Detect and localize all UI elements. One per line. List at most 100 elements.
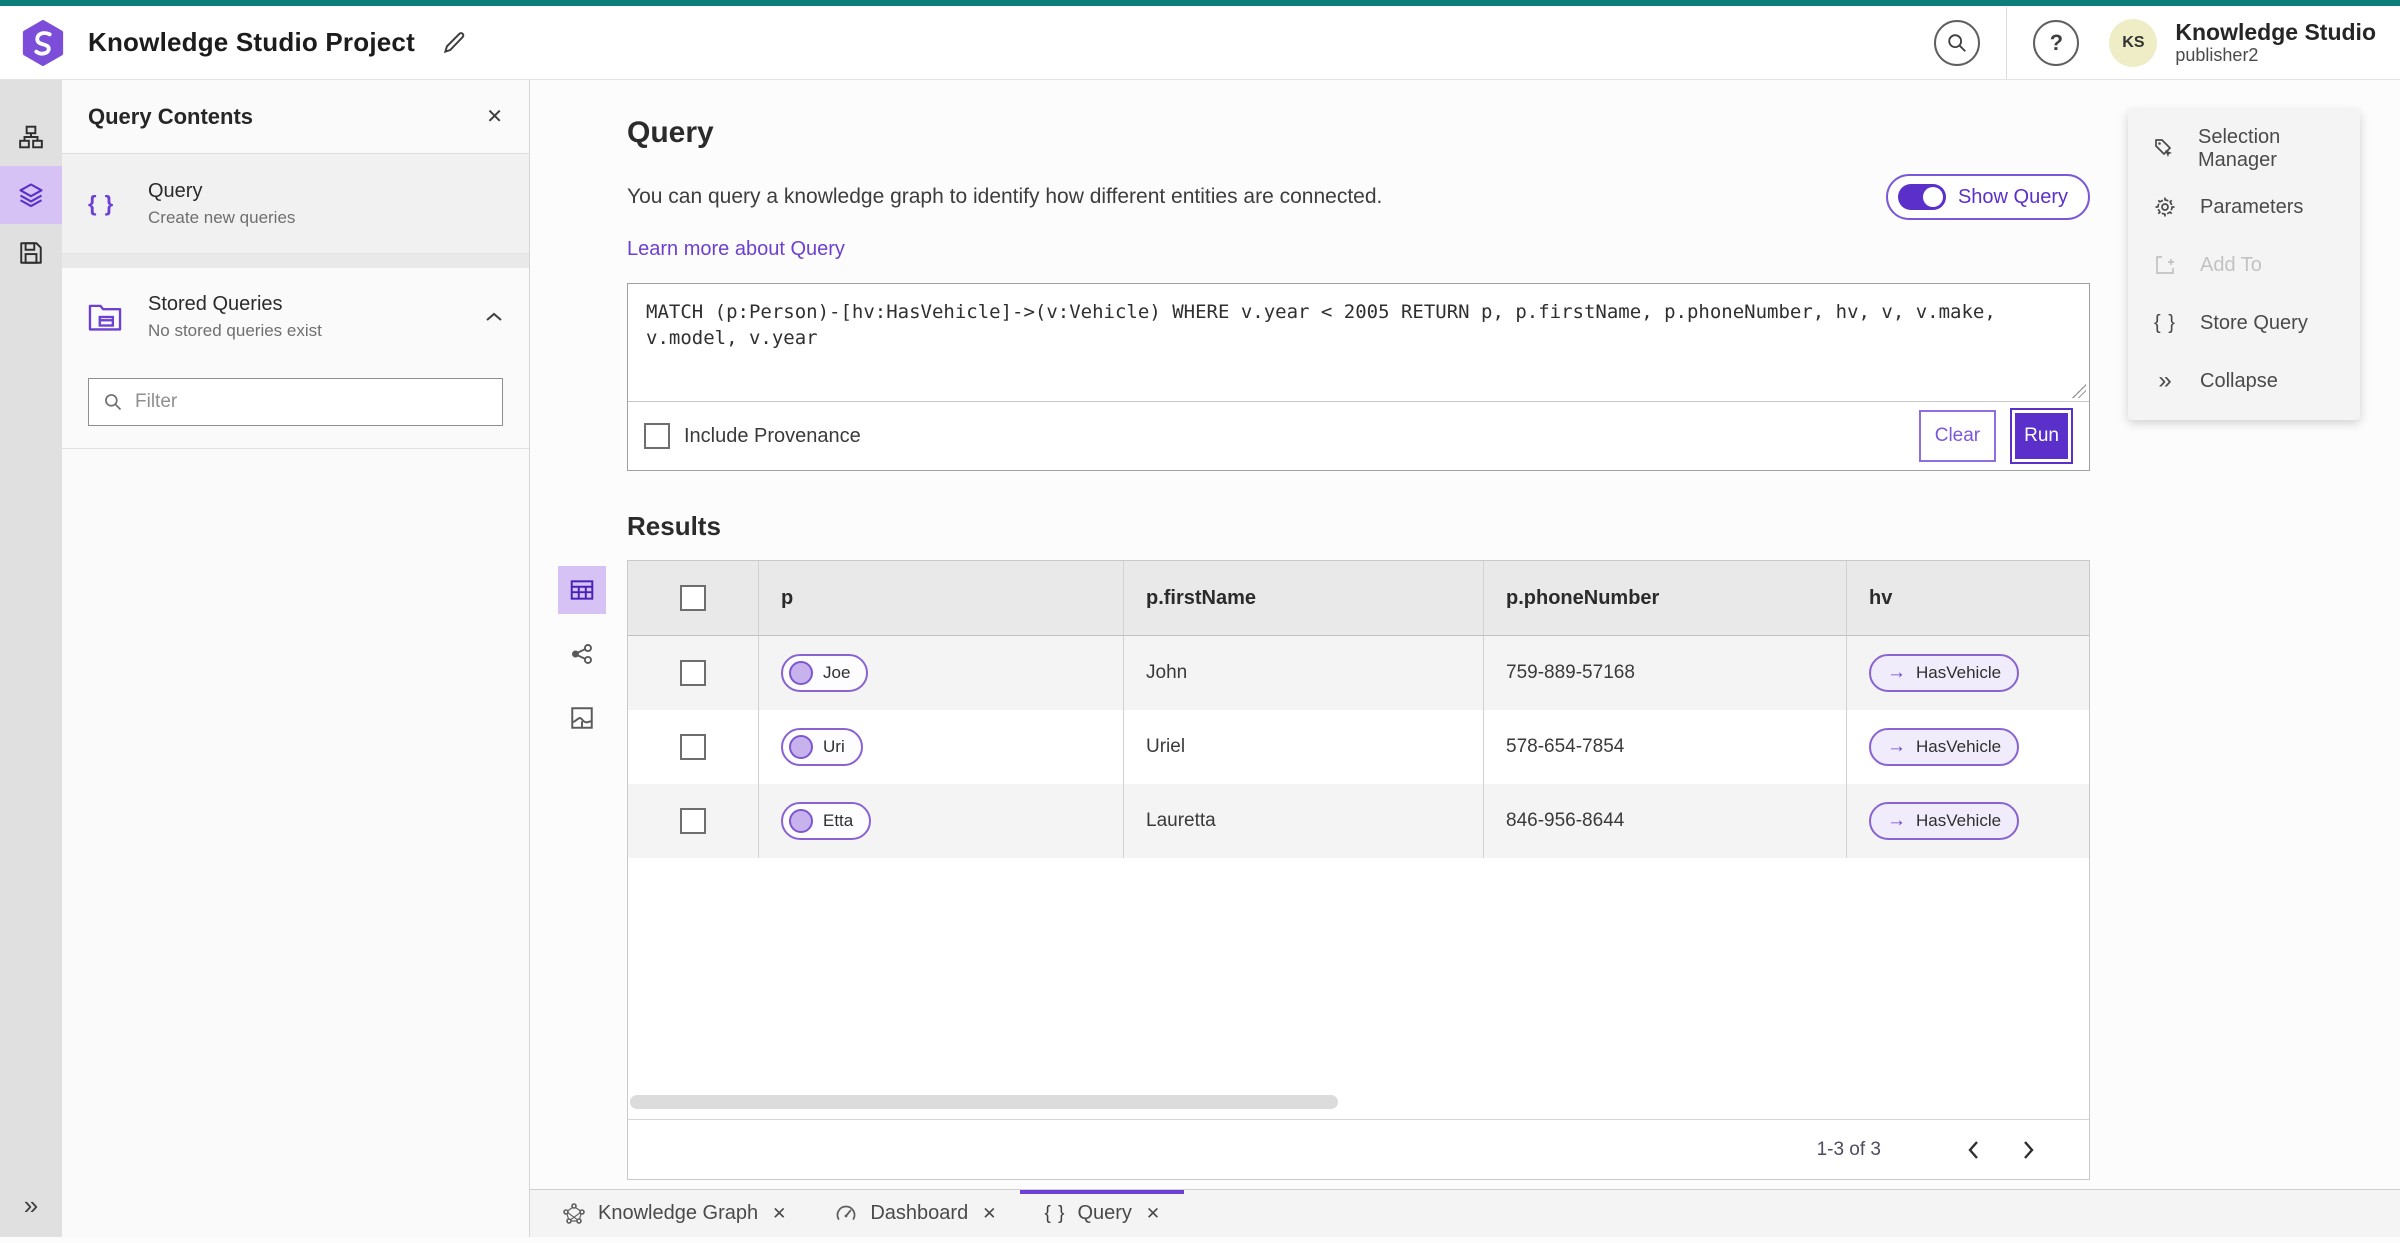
menu-item-label: Store Query <box>2200 311 2308 334</box>
project-title: Knowledge Studio Project <box>88 27 415 57</box>
rail-item-hierarchy[interactable] <box>0 108 62 166</box>
table-view-icon <box>570 580 594 600</box>
panel-item-stored-queries[interactable]: Stored Queries No stored queries exist <box>62 268 529 366</box>
chevron-up-icon[interactable] <box>485 311 503 323</box>
edge-label: HasVehicle <box>1916 663 2002 682</box>
edge-chip[interactable]: → HasVehicle <box>1869 728 2020 766</box>
dashboard-icon <box>836 1205 856 1220</box>
learn-more-link[interactable]: Learn more about Query <box>627 238 845 261</box>
graph-view-icon <box>572 644 592 664</box>
menu-item-label: Collapse <box>2200 369 2278 392</box>
table-row: Joe John 759-889-57168 → HasVehicle <box>628 636 2089 710</box>
cell-phonenumber: 578-654-7854 <box>1483 710 1846 784</box>
chevron-left-icon <box>1968 1140 1978 1159</box>
help-button[interactable]: ? <box>2033 19 2080 66</box>
cell-firstname: Lauretta <box>1123 784 1483 858</box>
menu-item-label: Add To <box>2200 253 2262 276</box>
search-button[interactable] <box>1934 19 1981 66</box>
menu-item-store-query[interactable]: { } Store Query <box>2128 294 2360 352</box>
node-label: Uri <box>823 737 845 756</box>
query-contents-panel: Query Contents ✕ { } Query Create new qu… <box>62 80 530 1237</box>
user-avatar[interactable]: KS <box>2109 18 2158 67</box>
filter-box <box>88 378 503 426</box>
knowledge-graph-icon <box>563 1202 585 1224</box>
rail-item-save[interactable] <box>0 224 62 282</box>
tab-knowledge-graph[interactable]: Knowledge Graph ✕ <box>538 1190 810 1237</box>
column-header-phonenumber: p.phoneNumber <box>1483 561 1846 635</box>
show-query-toggle[interactable]: Show Query <box>1885 174 2090 220</box>
user-name: publisher2 <box>2175 45 2259 66</box>
include-provenance-checkbox[interactable] <box>644 423 670 449</box>
run-button[interactable]: Run <box>2010 408 2073 464</box>
chevron-right-icon <box>2024 1140 2034 1159</box>
table-view-button[interactable] <box>558 566 606 614</box>
tab-query[interactable]: { } Query ✕ <box>1020 1190 1184 1237</box>
menu-item-collapse[interactable]: » Collapse <box>2128 352 2360 410</box>
query-textarea[interactable]: MATCH (p:Person)-[hv:HasVehicle]->(v:Veh… <box>628 284 2089 401</box>
select-all-checkbox[interactable] <box>680 585 706 611</box>
edge-chip[interactable]: → HasVehicle <box>1869 654 2020 692</box>
panel-close-icon[interactable]: ✕ <box>486 104 503 129</box>
node-chip[interactable]: Etta <box>781 802 872 840</box>
node-chip[interactable]: Uri <box>781 728 863 766</box>
panel-divider <box>62 448 529 449</box>
horizontal-scrollbar-thumb[interactable] <box>630 1095 1338 1109</box>
cell-p: Etta <box>758 784 1123 858</box>
node-chip[interactable]: Joe <box>781 654 869 692</box>
results-table: p p.firstName p.phoneNumber hv Joe John … <box>627 560 2090 1180</box>
cell-firstname: John <box>1123 636 1483 710</box>
cell-hv: → HasVehicle <box>1846 636 2089 710</box>
map-view-button[interactable] <box>558 694 606 742</box>
tab-label: Knowledge Graph <box>598 1202 759 1224</box>
cell-p: Joe <box>758 636 1123 710</box>
rail-item-layers[interactable] <box>0 166 62 224</box>
braces-icon: { } <box>88 190 115 216</box>
cell-firstname: Uriel <box>1123 710 1483 784</box>
next-page-button[interactable] <box>2009 1130 2049 1170</box>
row-checkbox[interactable] <box>680 660 706 686</box>
save-icon <box>20 242 42 264</box>
panel-item-title: Query <box>148 179 203 202</box>
toggle-knob <box>1922 187 1943 207</box>
expand-rail-button[interactable]: » <box>0 1190 62 1221</box>
tab-dashboard[interactable]: Dashboard ✕ <box>810 1190 1020 1237</box>
edge-label: HasVehicle <box>1916 811 2002 830</box>
row-checkbox[interactable] <box>680 808 706 834</box>
node-dot-icon <box>789 735 813 759</box>
filter-search-icon <box>105 394 122 411</box>
arrow-right-icon: → <box>1887 662 1906 683</box>
header-divider <box>2006 6 2008 79</box>
left-icon-rail: » <box>0 80 62 1237</box>
table-empty-area <box>628 858 2089 1119</box>
edit-project-title-icon[interactable] <box>441 30 467 56</box>
column-header-hv: hv <box>1846 561 2089 635</box>
stored-queries-subtitle: No stored queries exist <box>148 321 322 340</box>
layers-icon <box>19 183 43 208</box>
menu-item-selection-manager[interactable]: Selection Manager <box>2128 120 2360 178</box>
include-provenance-label: Include Provenance <box>684 424 861 447</box>
edge-chip[interactable]: → HasVehicle <box>1869 802 2020 840</box>
query-description: You can query a knowledge graph to ident… <box>627 185 1383 208</box>
query-footer: Include Provenance Clear Run <box>628 402 2089 470</box>
panel-section-gap <box>62 254 529 268</box>
tab-close-icon[interactable]: ✕ <box>772 1204 786 1224</box>
cell-hv: → HasVehicle <box>1846 710 2089 784</box>
user-block: Knowledge Studio publisher2 <box>2175 19 2376 66</box>
description-row: You can query a knowledge graph to ident… <box>627 174 2090 220</box>
tab-close-icon[interactable]: ✕ <box>1146 1204 1160 1224</box>
tab-label: Dashboard <box>870 1202 969 1224</box>
filter-input[interactable] <box>135 391 488 413</box>
clear-button[interactable]: Clear <box>1918 410 1997 462</box>
question-mark-icon: ? <box>2049 29 2064 55</box>
pagination-bar: 1-3 of 3 <box>628 1119 2089 1179</box>
menu-item-parameters[interactable]: Parameters <box>2128 178 2360 236</box>
main-area: Query You can query a knowledge graph to… <box>530 80 2400 1237</box>
previous-page-button[interactable] <box>1953 1130 1993 1170</box>
tab-close-icon[interactable]: ✕ <box>982 1204 996 1224</box>
graph-view-button[interactable] <box>558 630 606 678</box>
panel-item-query[interactable]: { } Query Create new queries <box>62 154 529 254</box>
tab-label: Query <box>1077 1202 1132 1224</box>
resize-handle[interactable] <box>2072 384 2086 398</box>
row-checkbox[interactable] <box>680 734 706 760</box>
table-row: Uri Uriel 578-654-7854 → HasVehicle <box>628 710 2089 784</box>
